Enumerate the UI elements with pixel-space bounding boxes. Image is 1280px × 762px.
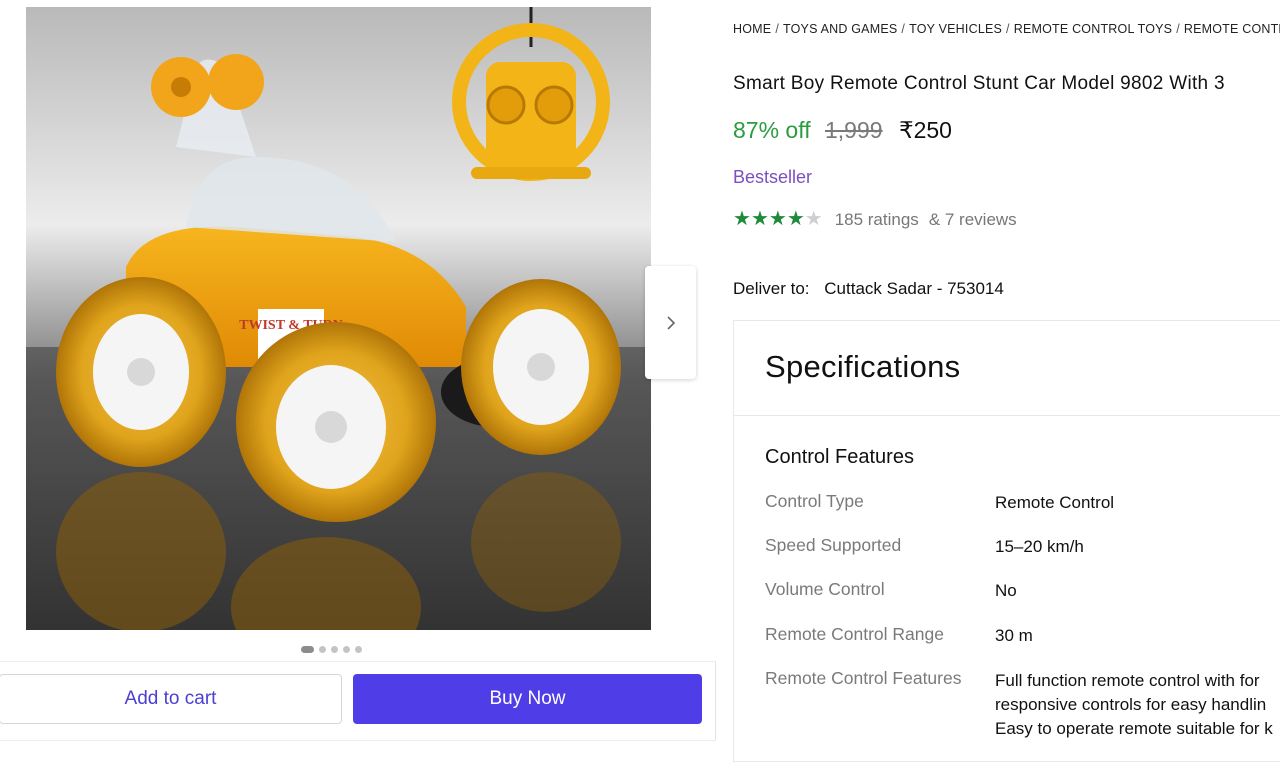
chevron-right-icon <box>666 315 675 330</box>
product-title: Smart Boy Remote Control Stunt Car Model… <box>733 73 1225 94</box>
star-icon: ★ <box>768 208 787 230</box>
star-icon: ★ <box>733 208 751 230</box>
star-icon: ★ <box>786 208 805 230</box>
spec-value: Remote Control <box>995 493 1115 512</box>
ratings-count[interactable]: 185 ratings <box>835 210 919 230</box>
original-price: 1,999 <box>824 117 883 143</box>
spec-value-line: responsive controls for easy handlin <box>995 695 1267 714</box>
action-bar: Add to cart Buy Now <box>0 661 716 741</box>
spec-value-line: Full function remote control with for <box>995 671 1260 690</box>
spec-value-line: Easy to operate remote suitable for k <box>995 719 1273 738</box>
breadcrumb-remote-control-cars[interactable]: REMOTE CONTR <box>1184 22 1280 36</box>
ratings-row[interactable]: ★★★★★ 185 ratings & 7 reviews <box>733 209 1017 230</box>
breadcrumb-home[interactable]: HOME <box>733 22 771 36</box>
discount-percent: 87% off <box>733 117 811 143</box>
star-outline-icon: ★ <box>804 208 823 230</box>
pagination-dot-1[interactable] <box>301 646 314 653</box>
reviews-count[interactable]: & 7 reviews <box>929 210 1017 230</box>
spec-value: Full function remote control with for re… <box>995 669 1273 741</box>
specifications-title: Specifications <box>765 349 961 384</box>
pagination-dot-5[interactable] <box>355 646 362 653</box>
buy-now-button[interactable]: Buy Now <box>353 674 702 724</box>
spec-key: Speed Supported <box>765 535 902 555</box>
bestseller-badge: Bestseller <box>733 167 813 187</box>
price-row: 87% off 1,999 ₹250 <box>733 117 952 144</box>
spec-value: No <box>995 581 1017 600</box>
spec-key: Remote Control Range <box>765 624 944 644</box>
pagination-dot-2[interactable] <box>319 646 326 653</box>
pagination-dot-3[interactable] <box>331 646 338 653</box>
star-rating: ★★★★★ <box>733 209 823 230</box>
breadcrumb-toy-vehicles[interactable]: TOY VEHICLES <box>909 22 1002 36</box>
spec-value: 30 m <box>995 626 1033 645</box>
spec-key: Remote Control Features <box>765 668 962 688</box>
breadcrumb-remote-control-toys[interactable]: REMOTE CONTROL TOYS <box>1014 22 1172 36</box>
deliver-address[interactable]: Cuttack Sadar - 753014 <box>824 279 1004 298</box>
breadcrumb-toys-and-games[interactable]: TOYS AND GAMES <box>783 22 897 36</box>
add-to-cart-button[interactable]: Add to cart <box>0 674 342 724</box>
spec-key: Volume Control <box>765 579 885 599</box>
next-image-button[interactable] <box>645 266 696 379</box>
spec-section-title: Control Features <box>765 446 914 468</box>
breadcrumb: HOME / TOYS AND GAMES / TOY VEHICLES / REMOTE … <box>733 22 1280 36</box>
gallery-pagination <box>301 646 362 653</box>
deliver-label: Deliver to: <box>733 279 810 298</box>
toy-car-illustration: TWIST & TURN <box>26 7 651 630</box>
delivery-location[interactable]: Deliver to: Cuttack Sadar - 753014 <box>733 279 1004 299</box>
pagination-dot-4[interactable] <box>343 646 350 653</box>
star-icon: ★ <box>750 208 769 230</box>
spec-key: Control Type <box>765 491 864 511</box>
selling-price: ₹250 <box>898 117 952 143</box>
specifications-card: Specifications Control Features Control … <box>733 320 1280 762</box>
spec-value: 15–20 km/h <box>995 537 1084 556</box>
specifications-header: Specifications <box>734 321 1280 416</box>
product-image[interactable]: TWIST & TURN <box>26 7 651 630</box>
